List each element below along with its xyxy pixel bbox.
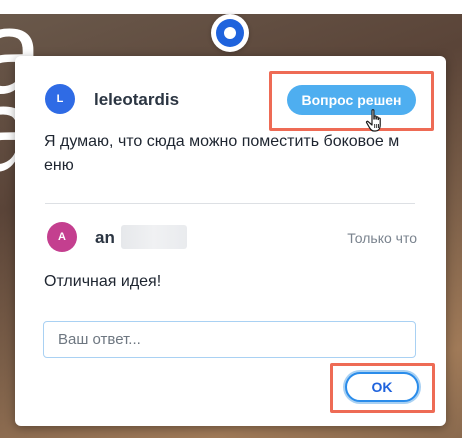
ok-button[interactable]: OK [345, 372, 419, 402]
reply-input[interactable] [43, 321, 416, 358]
comment-author: leleotardis [94, 90, 180, 109]
avatar: L [45, 84, 75, 114]
comment-popup: L leleotardis Вопрос решен Я думаю, что … [15, 56, 446, 426]
comment-text: Я думаю, что сюда можно поместить боково… [44, 133, 400, 174]
pin-marker-inner [216, 19, 244, 47]
reply-text: Отличная идея! [44, 273, 162, 290]
divider [45, 203, 415, 204]
pin-marker-dot [224, 27, 236, 39]
resolve-question-button[interactable]: Вопрос решен [287, 85, 416, 115]
background-top-strip [0, 0, 462, 14]
pin-marker-icon[interactable] [211, 14, 249, 52]
avatar: A [47, 222, 77, 252]
redacted-name [121, 225, 187, 249]
reply-author: an [95, 228, 115, 247]
reply-timestamp: Только что [347, 230, 417, 246]
